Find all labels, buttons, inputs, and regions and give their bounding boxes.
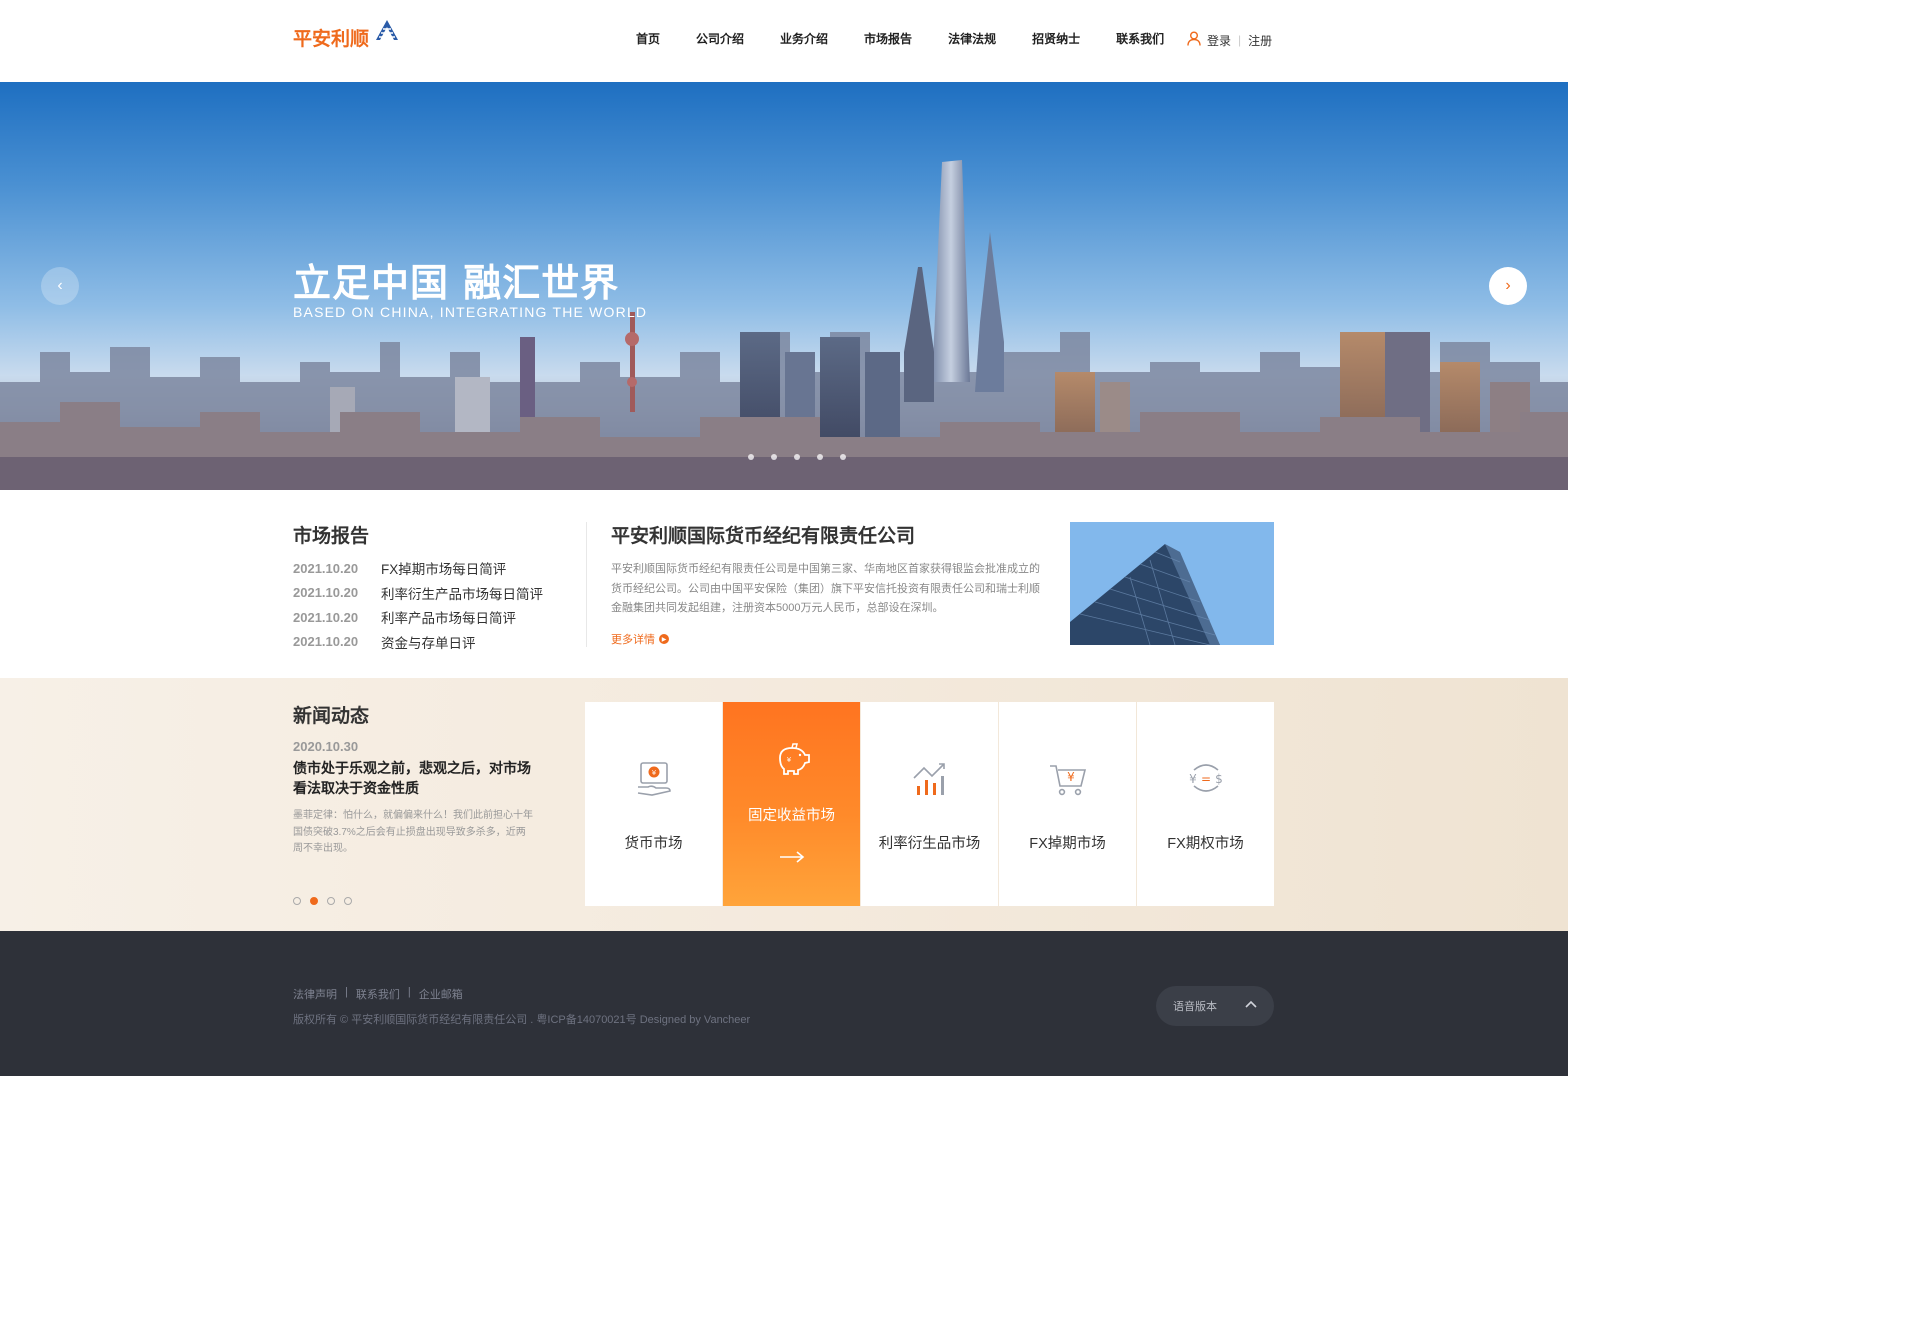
news-dot[interactable]	[293, 897, 301, 905]
play-circle-icon: ▶	[659, 634, 669, 644]
chevron-right-icon: ›	[1505, 277, 1511, 294]
report-date: 2021.10.20	[293, 634, 359, 650]
main-nav: 首页 公司介绍 业务介绍 市场报告 法律法规 招贤纳士 联系我们	[618, 30, 1200, 47]
site-footer: 法律声明 | 联系我们 | 企业邮箱 版权所有 © 平安利顺国际货币经纪有限责任…	[0, 931, 1568, 1076]
news-heading: 新闻动态	[293, 705, 370, 727]
currency-exchange-icon: ¥ = $	[1186, 758, 1226, 798]
report-list: 2021.10.20 FX掉期市场每日简评 2021.10.20 利率衍生产品市…	[293, 556, 543, 654]
report-date: 2021.10.20	[293, 609, 359, 625]
nav-item-market-report[interactable]: 市场报告	[864, 30, 912, 47]
chevron-up-icon	[1244, 998, 1258, 1015]
footer-link-contact[interactable]: 联系我们	[356, 986, 400, 1002]
service-card-money-market[interactable]: ¥ 货币市场	[585, 702, 722, 906]
copyright-text: 版权所有 © 平安利顺国际货币经纪有限责任公司 . 粤ICP备14070021号…	[293, 1014, 751, 1026]
banner-dot[interactable]	[817, 454, 823, 460]
bar-chart-trend-icon	[910, 758, 950, 798]
logo-text: 平安利顺	[293, 28, 370, 50]
report-date: 2021.10.20	[293, 585, 359, 601]
footer-links: 法律声明 | 联系我们 | 企业邮箱	[293, 986, 463, 1002]
login-link[interactable]: 登录	[1207, 32, 1231, 49]
news-dot[interactable]	[344, 897, 352, 905]
user-links: 登录 | 注册	[1187, 31, 1272, 49]
hand-money-icon: ¥	[634, 758, 674, 798]
language-switch-button[interactable]: 语音版本	[1156, 986, 1274, 1026]
shopping-cart-icon: ¥	[1048, 758, 1088, 798]
building-photo	[1070, 522, 1274, 645]
news-dot[interactable]	[327, 897, 335, 905]
news-pagination	[293, 897, 361, 905]
company-heading: 平安利顺国际货币经纪有限责任公司	[611, 525, 916, 547]
banner-next-button[interactable]: ›	[1489, 267, 1527, 305]
service-card-rate-derivatives[interactable]: 利率衍生品市场	[861, 702, 998, 906]
nav-item-home[interactable]: 首页	[636, 30, 660, 47]
service-card-fixed-income[interactable]: ¥ 固定收益市场	[723, 702, 860, 906]
hero-banner: 立足中国 融汇世界 BASED ON CHINA, INTEGRATING TH…	[0, 82, 1568, 490]
language-label: 语音版本	[1173, 1001, 1217, 1013]
arrow-right-icon	[779, 850, 805, 868]
report-title: 利率衍生产品市场每日简评	[381, 586, 543, 602]
svg-text:$: $	[1215, 772, 1223, 786]
report-title: FX掉期市场每日简评	[381, 562, 507, 578]
city-skyline-image	[0, 160, 1568, 490]
news-dot-active[interactable]	[310, 897, 318, 905]
user-icon	[1187, 31, 1201, 49]
report-item[interactable]: 2021.10.20 利率产品市场每日简评	[293, 605, 543, 630]
service-card-fx-option[interactable]: ¥ = $ FX期权市场	[1137, 702, 1274, 906]
register-link[interactable]: 注册	[1248, 32, 1272, 49]
company-description: 平安利顺国际货币经纪有限责任公司是中国第三家、华南地区首家获得银监会批准成立的货…	[611, 563, 1040, 614]
svg-text:¥: ¥	[651, 769, 656, 777]
report-date: 2021.10.20	[293, 560, 359, 576]
banner-dot[interactable]	[840, 454, 846, 460]
logo[interactable]: 平安利顺	[293, 20, 399, 51]
nav-item-company[interactable]: 公司介绍	[696, 30, 744, 47]
service-label: 固定收益市场	[748, 808, 835, 824]
report-item[interactable]: 2021.10.20 FX掉期市场每日简评	[293, 556, 543, 581]
market-report-heading: 市场报告	[293, 525, 370, 547]
service-card-fx-swap[interactable]: ¥ FX掉期市场	[999, 702, 1136, 906]
news-summary: 墨菲定律：怕什么，就偏偏来什么！我们此前担心十年国债突破3.7%之后会有止损盘出…	[293, 810, 533, 854]
report-item[interactable]: 2021.10.20 利率衍生产品市场每日简评	[293, 581, 543, 606]
news-date: 2020.10.30	[293, 739, 359, 754]
site-header: 平安利顺 首页 公司介绍 业务介绍 市场报告 法律法规 招贤纳士 联系我们 登录…	[0, 0, 1568, 82]
banner-pagination	[748, 454, 863, 460]
report-item[interactable]: 2021.10.20 资金与存单日评	[293, 630, 543, 655]
nav-item-contact[interactable]: 联系我们	[1116, 30, 1164, 47]
footer-divider: |	[345, 986, 348, 998]
report-title: 资金与存单日评	[381, 635, 476, 651]
banner-subtitle: BASED ON CHINA, INTEGRATING THE WORLD	[293, 304, 648, 320]
report-title: 利率产品市场每日简评	[381, 611, 516, 627]
footer-link-mail[interactable]: 企业邮箱	[419, 986, 463, 1002]
service-label: FX掉期市场	[1029, 836, 1106, 852]
market-about-section: 市场报告 2021.10.20 FX掉期市场每日简评 2021.10.20 利率…	[0, 490, 1568, 678]
service-label: FX期权市场	[1167, 836, 1244, 852]
svg-text:¥: ¥	[1189, 772, 1197, 786]
svg-text:=: =	[1200, 772, 1210, 786]
footer-link-legal[interactable]: 法律声明	[293, 986, 337, 1002]
user-divider: |	[1238, 33, 1242, 47]
service-label: 利率衍生品市场	[878, 836, 981, 852]
svg-text:¥: ¥	[786, 756, 791, 764]
more-details-link[interactable]: 更多详情 ▶	[611, 631, 669, 647]
service-cards: ¥ 货币市场 ¥ 固定收益市场 利率衍生品市场 ¥ FX掉期市场 ¥ = $ F…	[585, 702, 1275, 906]
triangle-stripes-logo-icon	[375, 19, 399, 46]
section-divider	[586, 522, 587, 647]
banner-prev-button[interactable]: ‹	[41, 267, 79, 305]
more-details-label: 更多详情	[611, 634, 655, 646]
nav-item-laws[interactable]: 法律法规	[948, 30, 996, 47]
nav-item-business[interactable]: 业务介绍	[780, 30, 828, 47]
banner-dot[interactable]	[771, 454, 777, 460]
footer-divider: |	[407, 986, 411, 998]
chevron-left-icon: ‹	[57, 277, 63, 294]
banner-dot[interactable]	[794, 454, 800, 460]
banner-dot[interactable]	[748, 454, 754, 460]
news-services-section: 新闻动态 2020.10.30 债市处于乐观之前，悲观之后，对市场看法取决于资金…	[0, 678, 1568, 931]
service-label: 货币市场	[624, 836, 683, 852]
nav-item-careers[interactable]: 招贤纳士	[1032, 30, 1080, 47]
piggy-bank-icon: ¥	[772, 738, 812, 778]
svg-text:¥: ¥	[1067, 770, 1075, 784]
banner-title: 立足中国 融汇世界	[293, 261, 620, 305]
news-headline[interactable]: 债市处于乐观之前，悲观之后，对市场看法取决于资金性质	[293, 758, 538, 798]
